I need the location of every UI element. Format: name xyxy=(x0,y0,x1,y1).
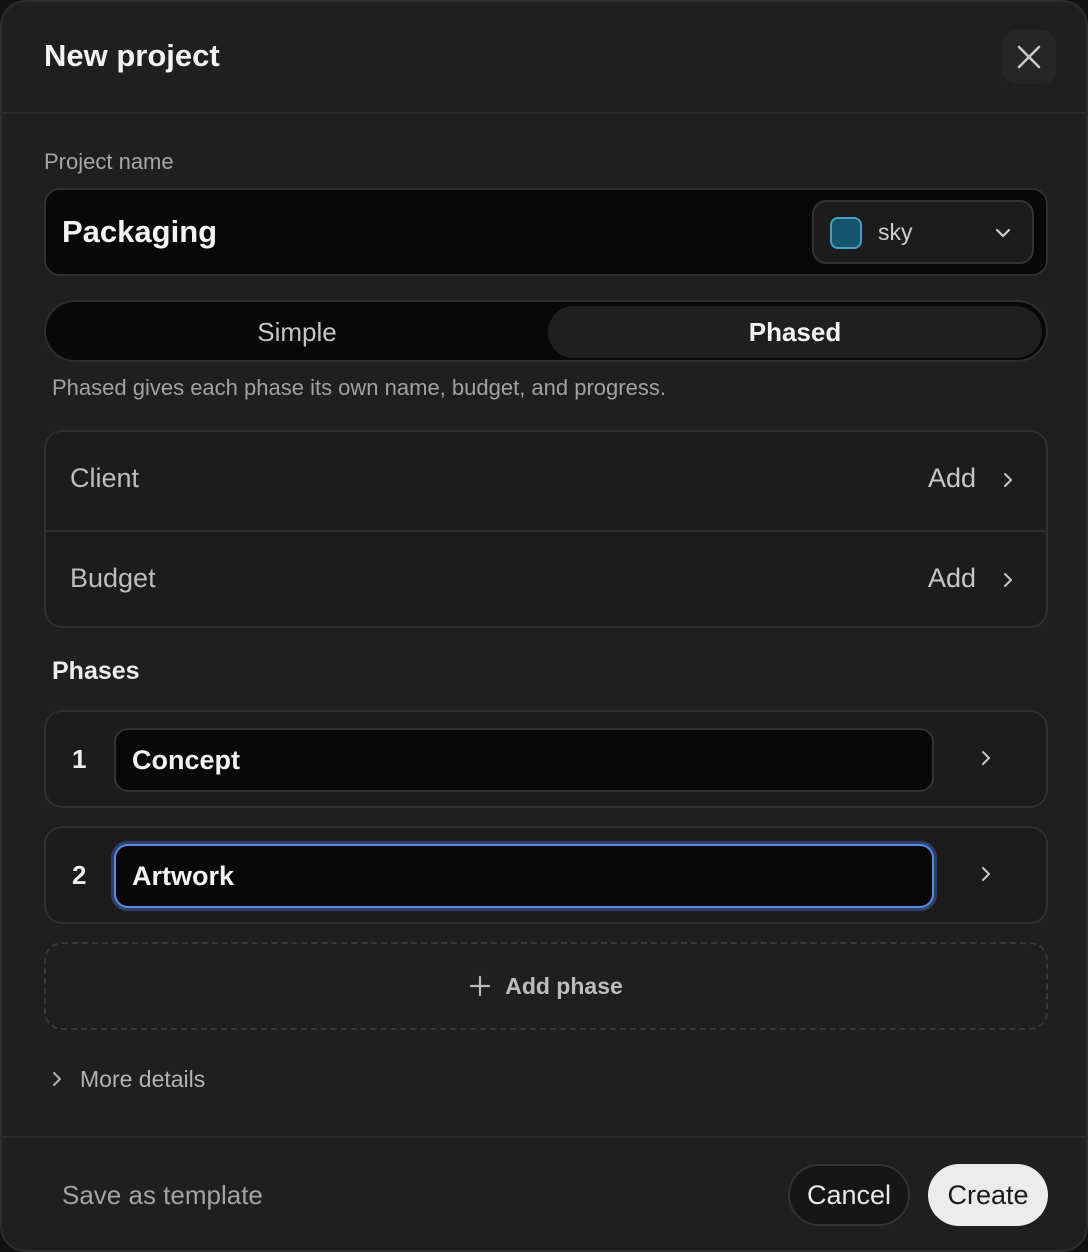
mode-option-simple[interactable]: Simple xyxy=(50,306,544,358)
chevron-right-icon xyxy=(1004,473,1012,487)
phase-number: 2 xyxy=(72,860,87,890)
phase-number: 1 xyxy=(72,744,87,774)
phases-title: Phases xyxy=(52,657,140,685)
dialog-footer: Save as template Cancel Create xyxy=(2,1136,1086,1250)
close-button[interactable] xyxy=(1002,30,1056,84)
cancel-button[interactable]: Cancel xyxy=(788,1164,910,1226)
client-row[interactable]: Client Add xyxy=(46,432,1046,530)
mode-toggle: Simple Phased xyxy=(44,300,1048,362)
create-button[interactable]: Create xyxy=(928,1164,1048,1226)
client-add: Add xyxy=(927,463,976,493)
color-swatch xyxy=(830,217,862,249)
plus-icon xyxy=(470,975,491,997)
color-name: sky xyxy=(878,219,913,245)
dialog-header: New project xyxy=(2,2,1086,114)
project-name-field: sky xyxy=(44,188,1048,276)
chevron-right-icon[interactable] xyxy=(976,748,996,768)
close-icon xyxy=(1017,45,1041,69)
phase-row: 1 xyxy=(44,710,1048,808)
budget-row[interactable]: Budget Add xyxy=(46,530,1046,626)
project-name-label: Project name xyxy=(44,149,174,174)
color-select[interactable]: sky xyxy=(812,200,1034,264)
chevron-right-icon xyxy=(1004,573,1012,587)
more-details-label: More details xyxy=(80,1065,206,1092)
add-phase-button[interactable]: Add phase xyxy=(44,942,1048,1030)
new-project-dialog: New project Project name sky Simple Phas… xyxy=(0,0,1088,1252)
phase-row: 2 xyxy=(44,826,1048,924)
chevron-right-icon[interactable] xyxy=(976,864,996,884)
details-card: Client Add Budget Add xyxy=(44,430,1048,628)
chevron-right-icon xyxy=(53,1072,61,1086)
budget-label: Budget xyxy=(70,563,156,593)
more-details-toggle[interactable]: More details xyxy=(48,1064,205,1094)
chevron-down-icon xyxy=(995,228,1011,238)
project-name-input[interactable] xyxy=(62,202,782,262)
mode-option-phased[interactable]: Phased xyxy=(548,306,1042,358)
mode-hint: Phased gives each phase its own name, bu… xyxy=(52,375,666,400)
budget-add: Add xyxy=(927,563,976,593)
add-phase-label: Add phase xyxy=(505,972,623,999)
client-label: Client xyxy=(70,463,140,493)
save-as-template-button[interactable]: Save as template xyxy=(62,1180,263,1211)
dialog-title: New project xyxy=(44,38,220,73)
phase-name-input[interactable] xyxy=(114,844,934,908)
phase-name-input[interactable] xyxy=(114,728,934,792)
